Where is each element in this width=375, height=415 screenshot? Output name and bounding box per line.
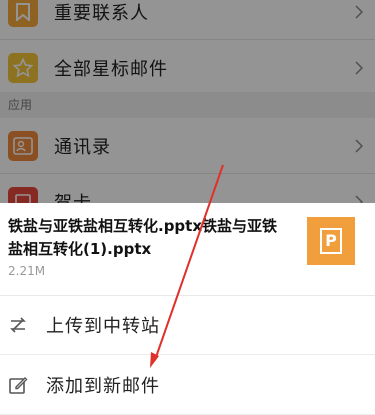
pptx-letter: P <box>320 228 342 254</box>
file-info: 铁盐与亚铁盐相互转化.pptx铁盐与亚铁盐相互转化(1).pptx 2.21M … <box>0 203 375 296</box>
upload-to-transfer-button[interactable]: 上传到中转站 <box>0 295 375 355</box>
pptx-file-icon: P <box>307 217 355 265</box>
action-label: 添加到新邮件 <box>46 375 160 397</box>
add-to-new-mail-button[interactable]: 添加到新邮件 <box>0 355 375 415</box>
edit-icon <box>9 376 28 394</box>
file-name: 铁盐与亚铁盐相互转化.pptx铁盐与亚铁盐相互转化(1).pptx <box>8 217 278 258</box>
transfer-icon <box>10 316 26 333</box>
dim-overlay[interactable] <box>0 0 375 203</box>
action-label: 上传到中转站 <box>46 315 160 337</box>
file-size: 2.21M <box>8 264 46 278</box>
action-sheet: 铁盐与亚铁盐相互转化.pptx铁盐与亚铁盐相互转化(1).pptx 2.21M … <box>0 203 375 415</box>
